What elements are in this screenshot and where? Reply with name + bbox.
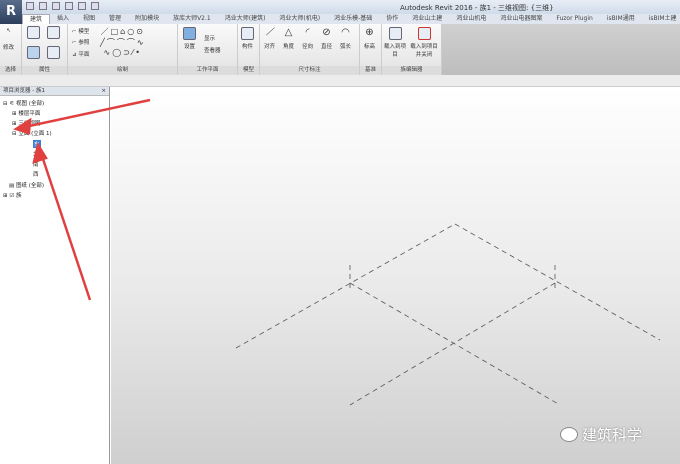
annotation-arrow: [19, 98, 151, 130]
annotation-arrows: [13, 98, 151, 301]
watermark-text: 建筑科学: [582, 426, 643, 444]
watermark: 建筑科学: [560, 424, 642, 445]
model-lines: [13, 98, 661, 406]
ref-line: [349, 282, 556, 406]
wechat-icon: [560, 427, 578, 442]
annotation-arrow: [38, 149, 92, 301]
ref-line: [454, 223, 661, 341]
ref-line: [235, 223, 456, 349]
arrow-head: [13, 117, 32, 135]
arrow-head: [32, 141, 48, 164]
